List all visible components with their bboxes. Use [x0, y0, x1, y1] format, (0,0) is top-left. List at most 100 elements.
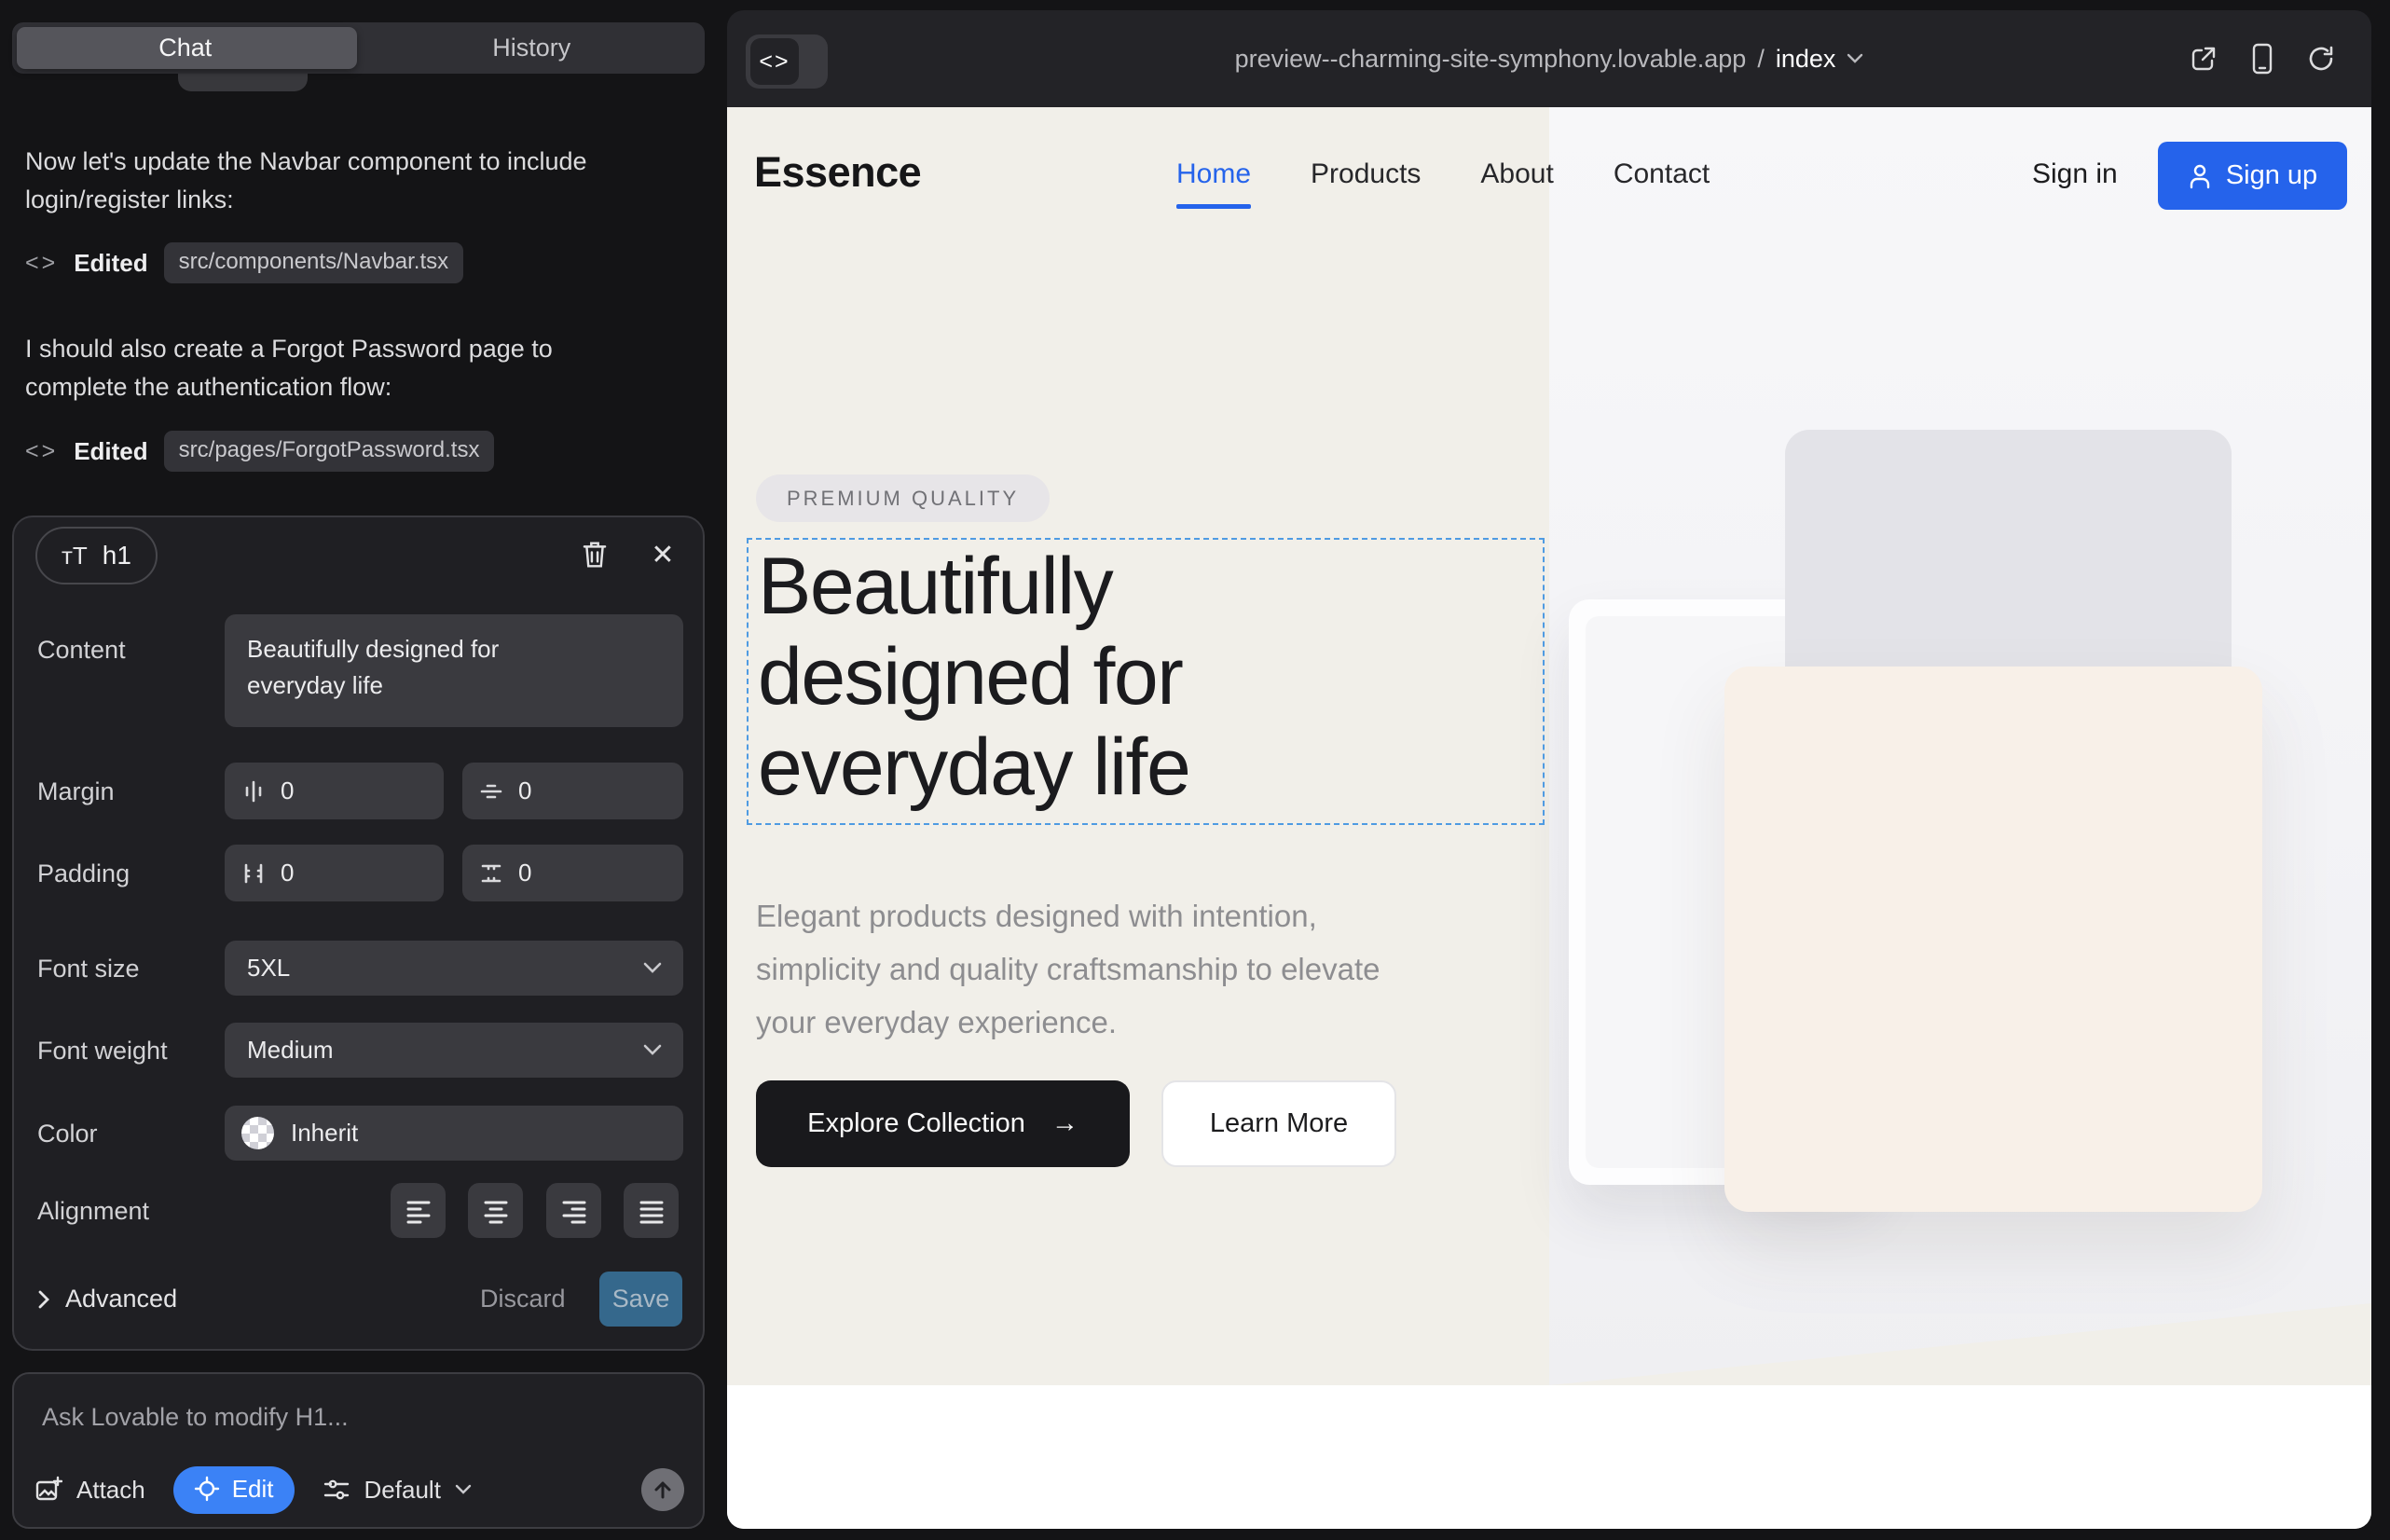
nav-home[interactable]: Home [1176, 158, 1251, 190]
font-weight-select[interactable]: Medium [225, 1023, 683, 1078]
mode-select[interactable]: Default [323, 1476, 472, 1505]
save-label: Save [612, 1285, 670, 1313]
chat-history-tabbar: Chat History [12, 22, 705, 74]
font-size-select[interactable]: 5XL [225, 941, 683, 996]
font-weight-label: Font weight [37, 1037, 168, 1066]
sign-up-label: Sign up [2226, 160, 2317, 191]
edit-mode-button[interactable]: Edit [173, 1466, 295, 1514]
chevron-down-icon [642, 961, 663, 974]
mode-label: Default [364, 1476, 441, 1505]
code-icon: <> [25, 438, 58, 465]
margin-vertical-icon [479, 779, 503, 804]
align-justify-button[interactable] [624, 1183, 679, 1238]
learn-more-button[interactable]: Learn More [1161, 1080, 1396, 1167]
chevron-right-icon [37, 1289, 50, 1310]
chevron-down-icon [1847, 53, 1863, 64]
browser-actions [2189, 10, 2336, 107]
assistant-message: I should also create a Forgot Password p… [25, 330, 608, 406]
edit-label: Edit [232, 1475, 274, 1504]
edited-label: Edited [74, 249, 147, 278]
attach-image-icon [34, 1476, 62, 1504]
arrow-up-icon [652, 1478, 674, 1501]
padding-vertical-icon [479, 861, 503, 886]
color-label: Color [37, 1120, 98, 1148]
attach-button[interactable]: Attach [34, 1476, 145, 1505]
edited-file-row[interactable]: <> Edited src/pages/ForgotPassword.tsx [25, 431, 494, 472]
tab-chat[interactable]: Chat [12, 22, 359, 74]
align-right-icon [561, 1198, 587, 1224]
color-swatch-transparent[interactable] [241, 1117, 274, 1149]
preview-browser: <> preview--charming-site-symphony.lovab… [727, 10, 2371, 1529]
hero-headline[interactable]: Beautifully designed for everyday life [758, 542, 1410, 813]
site-logo[interactable]: Essence [754, 148, 921, 197]
learn-more-label: Learn More [1210, 1108, 1348, 1139]
margin-x-input[interactable]: 0 [225, 763, 444, 819]
selected-element-badge[interactable]: тT h1 [35, 527, 158, 584]
refresh-button[interactable] [2306, 44, 2336, 74]
open-external-button[interactable] [2189, 44, 2218, 74]
discard-button[interactable]: Discard [480, 1272, 566, 1327]
mobile-view-button[interactable] [2250, 43, 2274, 75]
align-left-button[interactable] [391, 1183, 446, 1238]
tab-chat-label: Chat [158, 34, 212, 62]
trash-icon [581, 540, 609, 570]
edited-file-chip[interactable]: src/pages/ForgotPassword.tsx [164, 431, 495, 472]
composer-toolbar: Attach Edit [34, 1464, 684, 1516]
url-bar[interactable]: preview--charming-site-symphony.lovable.… [727, 10, 2371, 107]
composer-placeholder[interactable]: Ask Lovable to modify H1... [42, 1403, 349, 1432]
tab-history-label: History [492, 34, 570, 62]
margin-x-value: 0 [281, 777, 294, 805]
close-panel-button[interactable]: ✕ [646, 538, 680, 571]
site-nav: Home Products About Contact [1176, 158, 1710, 190]
nav-products[interactable]: Products [1311, 158, 1421, 190]
font-size-label: Font size [37, 955, 140, 983]
padding-y-input[interactable]: 0 [462, 845, 683, 901]
sign-up-button[interactable]: Sign up [2158, 142, 2347, 210]
advanced-label: Advanced [65, 1285, 177, 1313]
code-icon: <> [25, 250, 58, 277]
nav-about[interactable]: About [1480, 158, 1553, 190]
margin-label: Margin [37, 777, 115, 806]
explore-collection-button[interactable]: Explore Collection → [756, 1080, 1130, 1167]
font-weight-value: Medium [247, 1036, 333, 1065]
align-justify-icon [639, 1198, 665, 1224]
user-icon [2188, 163, 2212, 189]
align-center-button[interactable] [468, 1183, 523, 1238]
edited-file-chip[interactable]: src/components/Navbar.tsx [164, 242, 463, 283]
padding-x-input[interactable]: 0 [225, 845, 444, 901]
margin-horizontal-icon [241, 779, 266, 804]
color-input[interactable]: Inherit [225, 1106, 683, 1161]
delete-element-button[interactable] [578, 538, 611, 571]
app-window: Chat History Now let's update the Navbar… [0, 0, 2390, 1540]
color-value: Inherit [291, 1119, 358, 1148]
chat-sidebar: Chat History Now let's update the Navbar… [0, 0, 727, 1540]
sign-in-link[interactable]: Sign in [2032, 158, 2118, 190]
send-button[interactable] [641, 1468, 684, 1511]
save-button[interactable]: Save [599, 1272, 682, 1327]
align-right-button[interactable] [546, 1183, 601, 1238]
nav-contact[interactable]: Contact [1614, 158, 1710, 190]
edited-file-row[interactable]: <> Edited src/components/Navbar.tsx [25, 242, 463, 283]
chevron-down-icon [642, 1043, 663, 1056]
typography-icon: тT [62, 542, 88, 571]
element-editor-panel: тT h1 ✕ Content Beautifully designed for… [12, 516, 705, 1351]
premium-quality-badge: PREMIUM QUALITY [756, 474, 1050, 522]
content-value: Beautifully designed for everyday life [247, 631, 569, 704]
padding-label: Padding [37, 859, 130, 888]
tab-history[interactable]: History [359, 22, 706, 74]
sliders-icon [323, 1477, 350, 1503]
selected-element-outline[interactable]: Beautifully designed for everyday life [747, 538, 1545, 825]
align-center-icon [483, 1198, 509, 1224]
margin-y-input[interactable]: 0 [462, 763, 683, 819]
alignment-label: Alignment [37, 1197, 149, 1226]
padding-y-value: 0 [518, 859, 531, 887]
edited-label: Edited [74, 437, 147, 466]
align-left-icon [405, 1198, 432, 1224]
hero-paragraph: Elegant products designed with intention… [756, 889, 1399, 1049]
close-icon: ✕ [651, 539, 674, 571]
advanced-toggle[interactable]: Advanced [37, 1272, 177, 1327]
chat-composer[interactable]: Ask Lovable to modify H1... Attach [12, 1372, 705, 1529]
content-input[interactable]: Beautifully designed for everyday life [225, 614, 683, 727]
url-separator: / [1757, 45, 1765, 74]
site-viewport: Essence Home Products About Contact Sign… [727, 107, 2371, 1529]
